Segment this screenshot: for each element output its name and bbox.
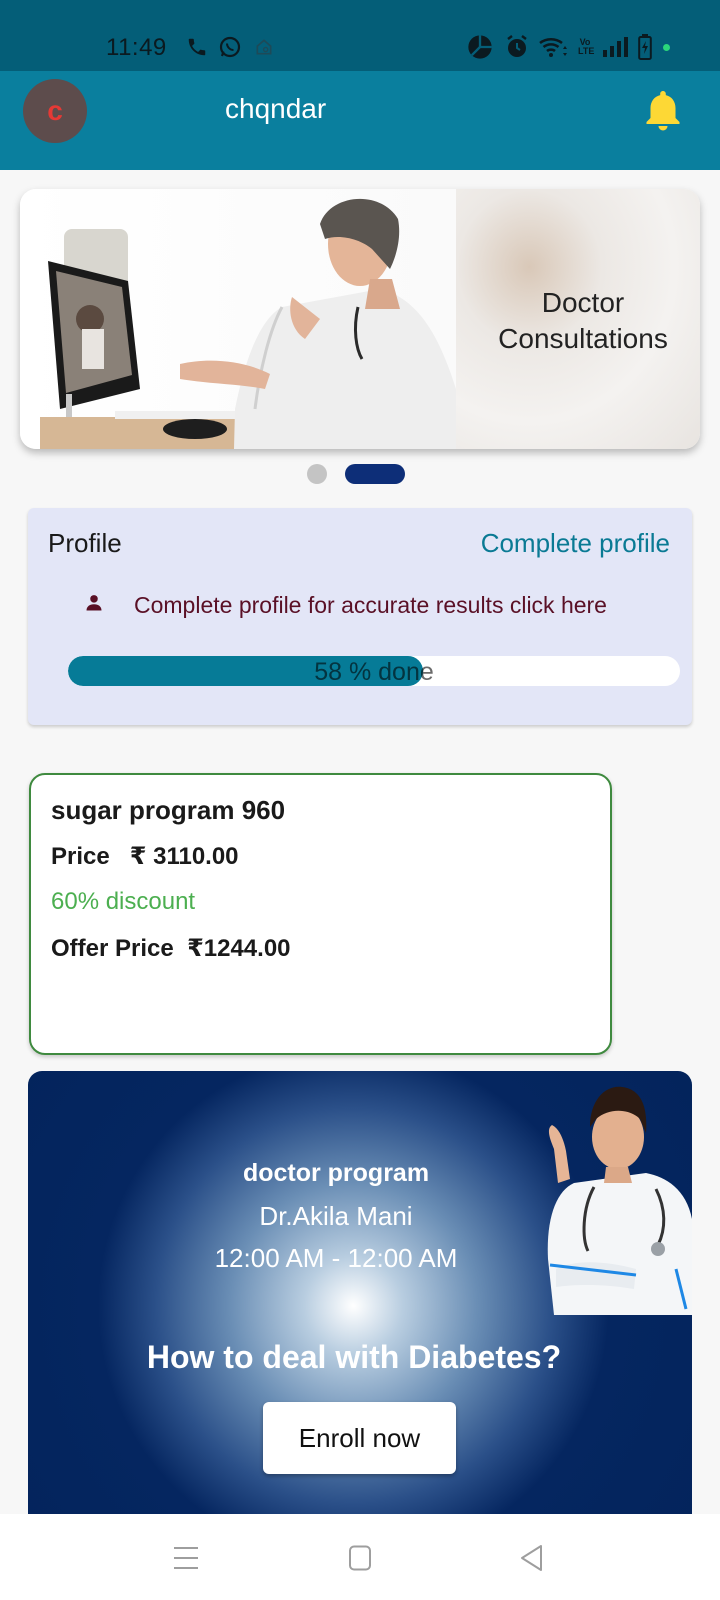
phone-icon [186,34,208,60]
program-price: Price ₹ 3110.00 [51,842,239,871]
enroll-now-button[interactable]: Enroll now [263,1402,456,1474]
doctor-program-card[interactable]: doctor program Dr.Akila Mani 12:00 AM - … [28,1071,692,1514]
banner-caption-line1: Doctor [541,287,625,318]
back-icon[interactable] [512,1538,552,1578]
notification-dot-icon [663,34,670,60]
profile-card: Profile Complete profile Complete profil… [28,508,692,725]
profile-title: Profile [48,528,122,558]
avatar-letter: c [47,95,63,126]
program-headline: How to deal with Diabetes? [146,1339,562,1375]
battery-icon [638,34,652,60]
profile-progress-bar: 58 % done [68,656,680,686]
program-discount: 60% discount [51,888,196,915]
offer-value: ₹1244.00 [187,935,291,962]
complete-profile-link[interactable]: Complete profile [481,528,670,559]
whatsapp-icon [218,34,242,60]
status-bar: 11:49 Vo LTE [0,0,720,71]
carousel-indicator [307,464,405,484]
data-saver-icon [466,34,494,60]
progress-label: 58 % done [314,658,434,686]
wifi-icon [538,34,568,60]
price-value: ₹ 3110.00 [129,843,239,870]
app-title: chqndar [225,93,327,124]
complete-profile-hint[interactable]: Complete profile for accurate results cl… [84,592,607,619]
program-offer-price: Offer Price ₹1244.00 [51,934,291,963]
profile-hint-text: Complete profile for accurate results cl… [134,592,607,618]
carousel-dot-2-active[interactable] [345,464,405,484]
avatar[interactable]: c [23,79,87,143]
status-time: 11:49 [106,34,167,61]
volte-icon: Vo LTE [578,37,595,56]
banner-carousel[interactable]: Doctor Consultations [20,189,700,449]
carousel-dot-1[interactable] [307,464,327,484]
program-card[interactable]: sugar program 960 Price ₹ 3110.00 60% di… [29,773,612,1055]
consultation-image [20,189,456,449]
bell-icon[interactable] [643,88,683,132]
program-title: sugar program 960 [51,795,286,825]
price-label: Price [51,843,110,870]
doctor-image [526,1079,692,1315]
home-shield-icon [254,34,274,60]
menu-icon[interactable] [166,1538,206,1578]
banner-caption-line2: Consultations [498,323,668,354]
person-icon [84,593,104,618]
app-bar: c chqndar [0,71,720,170]
alarm-icon [505,34,529,60]
signal-icon [602,34,632,60]
banner-caption: Doctor Consultations [466,285,700,357]
offer-label: Offer Price [51,935,174,962]
system-nav-bar [0,1514,720,1600]
home-icon[interactable] [340,1538,380,1578]
